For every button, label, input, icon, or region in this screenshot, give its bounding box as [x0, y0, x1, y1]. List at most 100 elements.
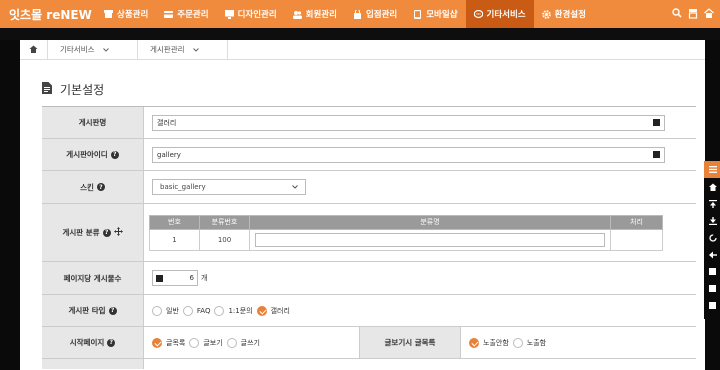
- edit-icon[interactable]: [653, 151, 660, 158]
- chevron-down-icon: [292, 183, 298, 191]
- value-board-type: 일반 FAQ 1:1문의 갤러리: [144, 295, 696, 326]
- board-name-text: 갤러리: [157, 118, 177, 127]
- breadcrumb-label: 기타서비스: [60, 45, 95, 54]
- radio-label: 노출함: [526, 338, 547, 347]
- tool-7[interactable]: [704, 263, 720, 280]
- radio-button[interactable]: [469, 337, 479, 348]
- settings-form: 게시판명 갤러리 게시판아이디? gallery 스킨? basic_galle…: [42, 106, 696, 369]
- home-tool[interactable]: [704, 178, 720, 195]
- radio-button[interactable]: [256, 305, 267, 316]
- radio-button[interactable]: [214, 305, 225, 316]
- chat-icon: [473, 9, 483, 19]
- label-next: [42, 359, 144, 369]
- board-name-input[interactable]: 갤러리: [152, 114, 665, 131]
- radio-board-type-faq[interactable]: FAQ: [182, 305, 210, 316]
- cell-action: [610, 228, 663, 251]
- arrow-bottom-icon: [708, 217, 717, 225]
- radio-board-type-general[interactable]: 일반: [152, 305, 179, 316]
- move-icon[interactable]: [113, 227, 123, 238]
- square-icon: [708, 285, 716, 292]
- help-icon[interactable]: ?: [107, 338, 116, 347]
- menu-label: 모바일샵: [426, 10, 458, 20]
- document-icon: [42, 82, 52, 97]
- category-table: 번호 분류번호 분류명 처리 1 100: [149, 214, 663, 251]
- tool-8[interactable]: [704, 280, 720, 297]
- square-icon: [708, 268, 716, 275]
- breadcrumb-level2[interactable]: 게시판관리: [138, 39, 228, 60]
- radio-start-write[interactable]: 글쓰기: [226, 337, 260, 348]
- label-board-id: 게시판아이디?: [42, 139, 144, 170]
- app-logo[interactable]: 잇츠몰 reNEW: [0, 6, 96, 23]
- board-id-text: gallery: [157, 150, 181, 159]
- label-board-name: 게시판명: [42, 107, 144, 138]
- menu-store[interactable]: 입점관리: [345, 0, 405, 28]
- radio-start-view[interactable]: 글보기: [189, 337, 223, 348]
- radio-label: 갤러리: [270, 306, 290, 315]
- radio-button[interactable]: [182, 305, 193, 316]
- row-start-page: 시작페이지? 글목록 글보기 글쓰기 글보기시 글목록 노출안함 노출함: [42, 327, 696, 359]
- main-menu: 상품관리 주문관리 디자인관리 회원관리 입점관리 모바일샵 기타서비스 환경설…: [96, 0, 594, 28]
- radio-view-list-hide[interactable]: 노출안함: [469, 337, 509, 348]
- value-start-page: 글목록 글보기 글쓰기: [144, 327, 359, 358]
- search-icon[interactable]: [672, 8, 682, 19]
- list-tool[interactable]: [704, 161, 720, 178]
- edit-icon[interactable]: [156, 274, 163, 282]
- row-board-name: 게시판명 갤러리: [42, 107, 696, 139]
- radio-label: 노출안함: [483, 338, 509, 347]
- value-skin: basic_gallery: [144, 171, 696, 203]
- help-icon[interactable]: ?: [102, 228, 111, 237]
- label-view-list: 글보기시 글목록: [359, 327, 461, 358]
- store-icon: [353, 8, 362, 19]
- top-navigation: 잇츠몰 reNEW 상품관리 주문관리 디자인관리 회원관리 입점관리 모바일샵: [0, 0, 720, 28]
- per-page-input[interactable]: 6: [152, 270, 198, 286]
- box-icon: [104, 9, 113, 19]
- breadcrumb-level1[interactable]: 기타서비스: [48, 39, 138, 60]
- label-per-page: 페이지당 게시물수: [42, 262, 144, 294]
- home-icon[interactable]: [704, 8, 714, 19]
- menu-label: 기타서비스: [486, 10, 526, 20]
- shop-icon[interactable]: [688, 8, 698, 19]
- radio-button[interactable]: [152, 337, 162, 348]
- radio-board-type-qna[interactable]: 1:1문의: [214, 305, 253, 316]
- col-code: 분류번호: [199, 214, 250, 230]
- category-name-input[interactable]: [255, 232, 605, 247]
- menu-mobile[interactable]: 모바일샵: [405, 0, 465, 28]
- row-board-id: 게시판아이디? gallery: [42, 139, 696, 171]
- skin-select[interactable]: basic_gallery: [152, 179, 306, 195]
- value-per-page: 6 개: [144, 262, 696, 294]
- radio-button[interactable]: [152, 305, 162, 316]
- section-title: 기본설정: [60, 83, 105, 97]
- menu-label: 회원관리: [305, 10, 337, 20]
- table-row: 1 100: [149, 228, 663, 251]
- menu-design[interactable]: 디자인관리: [217, 0, 285, 28]
- card-icon: [164, 10, 174, 19]
- radio-button[interactable]: [226, 337, 237, 348]
- square-icon: [708, 302, 716, 309]
- back-tool[interactable]: [704, 246, 720, 263]
- menu-member[interactable]: 회원관리: [285, 0, 345, 28]
- radio-view-list-show[interactable]: 노출함: [512, 337, 547, 348]
- radio-board-type-gallery[interactable]: 갤러리: [256, 305, 290, 316]
- list-icon: [708, 166, 717, 173]
- edit-icon[interactable]: [653, 119, 660, 126]
- radio-button[interactable]: [512, 337, 523, 348]
- refresh-tool[interactable]: [704, 229, 720, 246]
- tool-9[interactable]: [704, 297, 720, 314]
- breadcrumb-home[interactable]: [20, 39, 48, 60]
- menu-label: 입점관리: [365, 10, 398, 20]
- help-icon[interactable]: ?: [110, 150, 119, 159]
- menu-settings[interactable]: 환경설정: [534, 0, 594, 28]
- help-icon[interactable]: ?: [108, 306, 117, 315]
- menu-order[interactable]: 주문관리: [156, 0, 216, 28]
- radio-start-list[interactable]: 글목록: [152, 337, 185, 348]
- content-panel: 기타서비스 게시판관리 기본설정 게시판명 갤러리 게시판아이디? galler…: [20, 39, 705, 370]
- menu-etc-service[interactable]: 기타서비스: [465, 0, 534, 28]
- bottom-tool[interactable]: [704, 212, 720, 229]
- board-id-input[interactable]: gallery: [152, 146, 665, 163]
- menu-product[interactable]: 상품관리: [96, 0, 156, 28]
- floating-toolbar: [704, 161, 720, 319]
- top-tool[interactable]: [704, 195, 720, 212]
- skin-value: basic_gallery: [160, 183, 206, 191]
- help-icon[interactable]: ?: [96, 183, 105, 191]
- radio-button[interactable]: [189, 337, 200, 348]
